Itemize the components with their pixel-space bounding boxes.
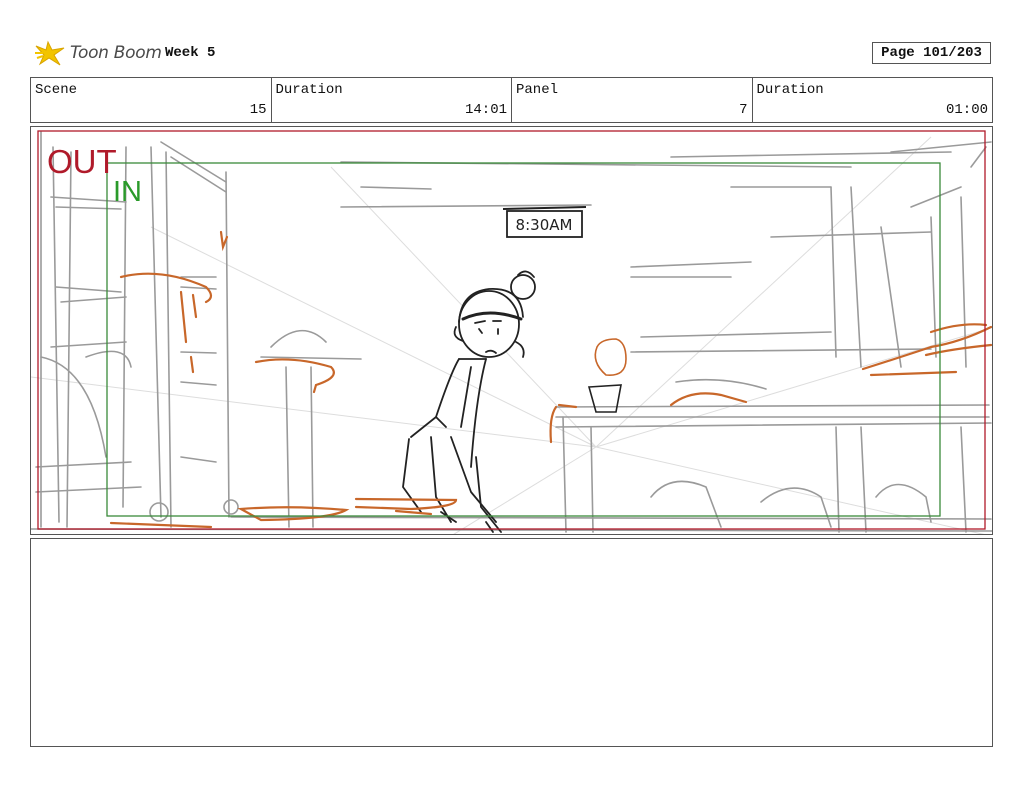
panel-duration-value: 01:00: [945, 102, 988, 118]
panel-label: Panel: [516, 82, 559, 98]
panel-value: 7: [739, 102, 748, 118]
info-cell-panel: Panel 7: [512, 78, 753, 122]
project-title: Week 5: [165, 45, 216, 61]
plant-pot: [587, 338, 627, 413]
scene-duration-label: Duration: [275, 82, 343, 98]
scene-value: 15: [249, 102, 267, 118]
panel-notes-area[interactable]: [30, 538, 993, 747]
toon-boom-logo: Toon Boom: [34, 38, 162, 68]
out-frame-label: OUT: [47, 143, 117, 180]
scene-duration-value: 14:01: [464, 102, 507, 118]
info-cell-scene-duration: Duration 14:01: [272, 78, 512, 122]
storyboard-panel: 8:30AM OUT IN: [30, 126, 993, 535]
panel-sketch: 8:30AM OUT IN: [31, 130, 992, 534]
character-sketch: [402, 270, 536, 533]
toon-boom-star-icon: [35, 40, 65, 66]
scene-label: Scene: [35, 82, 78, 98]
in-frame-label: IN: [113, 176, 142, 208]
page-number-badge: Page 101/203: [872, 42, 991, 64]
info-cell-panel-duration: Duration 01:00: [753, 78, 993, 122]
clock-text: 8:30AM: [516, 216, 573, 234]
logo-text: Toon Boom: [70, 43, 162, 63]
panel-duration-label: Duration: [756, 82, 824, 98]
info-bar: Scene 15 Duration 14:01 Panel 7 Duration…: [30, 77, 993, 123]
orange-foliage: [109, 230, 992, 529]
clock-sign: 8:30AM: [502, 206, 587, 238]
info-cell-scene: Scene 15: [31, 78, 272, 122]
